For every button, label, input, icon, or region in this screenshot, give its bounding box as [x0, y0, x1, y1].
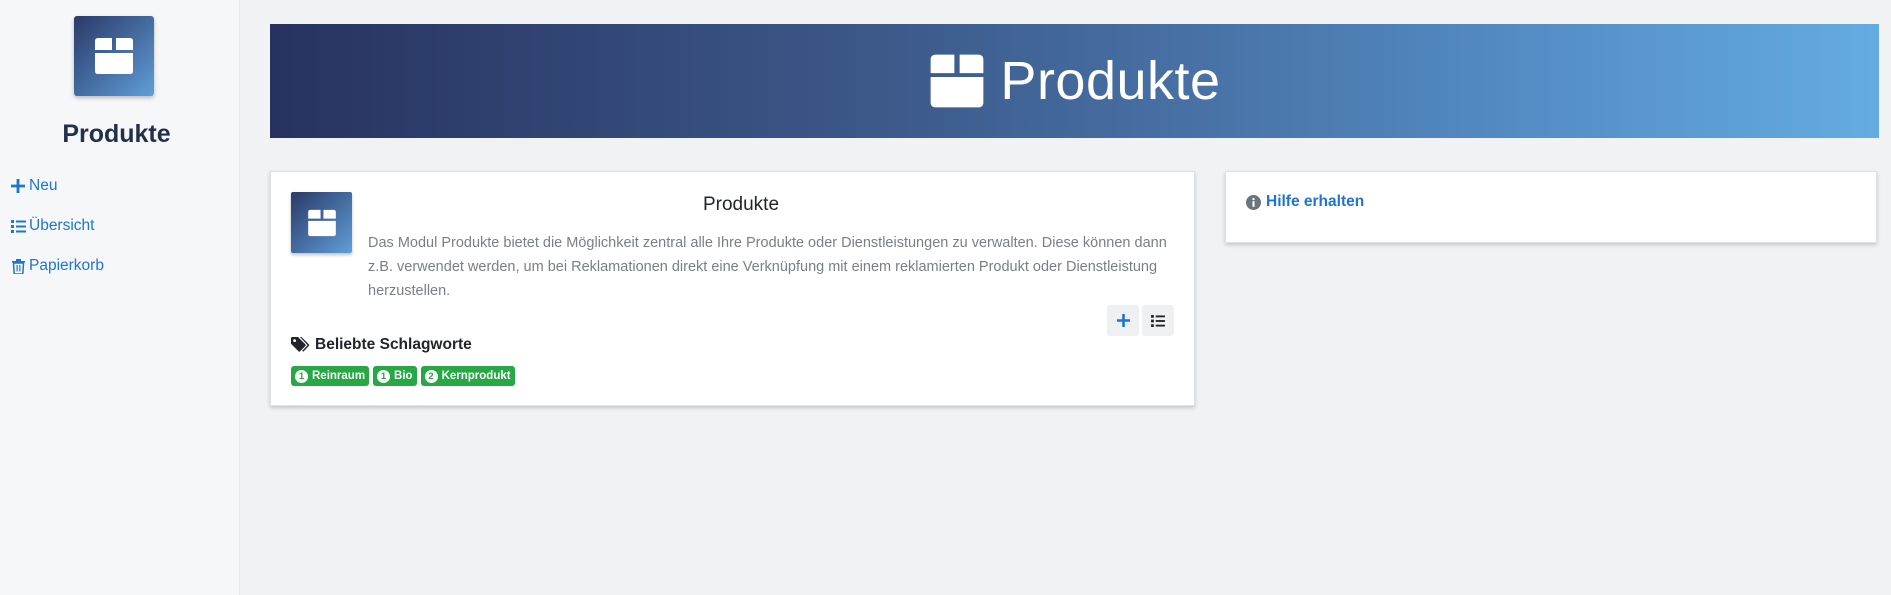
plus-icon: [9, 177, 27, 195]
tag-count: 1: [295, 369, 308, 383]
sidebar-title: Produkte: [62, 120, 171, 148]
sidebar-nav: Neu Übersicht Papierkorb: [9, 166, 104, 286]
plus-icon: [1116, 314, 1130, 327]
tags-icon: [291, 337, 310, 352]
add-product-button[interactable]: [1107, 305, 1139, 336]
card-module-logo: [291, 192, 352, 253]
tag-label: Bio: [394, 370, 413, 382]
module-logo: [74, 16, 154, 96]
box-icon: [95, 38, 133, 74]
product-list-button[interactable]: [1142, 305, 1174, 336]
sidebar-item-overview[interactable]: Übersicht: [9, 206, 104, 246]
module-info-card: Produkte Das Modul Produkte bietet die M…: [270, 171, 1195, 406]
tag-label: Kernprodukt: [441, 370, 511, 382]
sidebar-item-new[interactable]: Neu: [9, 166, 104, 206]
tag-count: 1: [377, 369, 391, 383]
page-title: Produkte: [1000, 51, 1221, 111]
sidebar: Produkte Neu Übersicht Papierkorb: [0, 0, 240, 595]
tag-badge[interactable]: 1 Bio: [373, 366, 417, 386]
get-help-link[interactable]: Hilfe erhalten: [1246, 193, 1364, 211]
tag-count: 2: [424, 369, 438, 383]
sidebar-item-label: Papierkorb: [29, 257, 104, 274]
card-description: Das Modul Produkte bietet die Möglichkei…: [368, 235, 1167, 299]
banner-content: Produkte: [928, 50, 1220, 112]
card-title: Produkte: [702, 194, 780, 215]
sidebar-item-label: Übersicht: [29, 217, 95, 234]
box-icon: [307, 209, 336, 236]
info-icon: [1246, 194, 1261, 210]
tag-badge[interactable]: 2 Kernprodukt: [420, 366, 515, 386]
sidebar-item-trash[interactable]: Papierkorb: [9, 246, 104, 286]
list-icon: [1151, 314, 1165, 327]
page-header-banner: Produkte: [270, 24, 1879, 138]
trash-icon: [9, 257, 27, 275]
help-card: Hilfe erhalten: [1225, 171, 1877, 243]
tag-label: Reinraum: [312, 370, 366, 382]
popular-tags-heading: Beliebte Schlagworte: [291, 336, 472, 354]
tag-badge[interactable]: 1 Reinraum: [291, 366, 370, 386]
tags-heading-label: Beliebte Schlagworte: [315, 336, 472, 353]
help-link-label: Hilfe erhalten: [1266, 193, 1365, 210]
list-icon: [9, 217, 27, 235]
tag-list: 1 Reinraum 1 Bio 2 Kernprodukt: [291, 366, 519, 386]
box-icon: [931, 54, 984, 108]
sidebar-item-label: Neu: [29, 177, 58, 194]
